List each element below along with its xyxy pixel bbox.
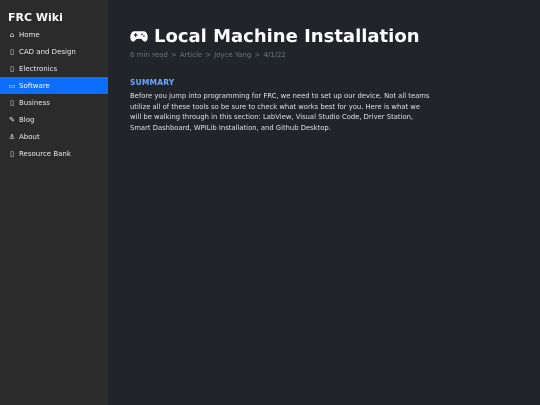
meta-author: Joyce Yang xyxy=(214,51,252,59)
sidebar: FRC Wiki ⌂ Home ▯ CAD and Design ▯ Elect… xyxy=(0,0,108,405)
cad-icon: ▯ xyxy=(10,47,14,56)
sidebar-item-label: About xyxy=(19,132,40,141)
electronics-icon: ▯ xyxy=(10,64,14,73)
sidebar-item-label: Resource Bank xyxy=(19,149,71,158)
meta-separator: > xyxy=(170,51,177,59)
sidebar-item-electronics[interactable]: ▯ Electronics xyxy=(0,60,108,77)
sidebar-item-label: Home xyxy=(19,30,40,39)
monitor-icon: ▭ xyxy=(8,81,16,90)
sidebar-item-business[interactable]: ▯ Business xyxy=(0,94,108,111)
resource-icon: ▯ xyxy=(10,149,14,158)
sidebar-item-about[interactable]: ⚓ About xyxy=(0,128,108,145)
article-meta: 6 min read > Article > Joyce Yang >4/1/22 xyxy=(130,51,286,59)
summary-heading: SUMMARY xyxy=(130,78,175,87)
home-icon: ⌂ xyxy=(9,30,15,39)
meta-section: Article xyxy=(179,51,203,59)
read-time: 6 min read xyxy=(130,51,168,59)
main-content: Local Machine Installation 6 min read > Ar… xyxy=(108,0,540,405)
sidebar-item-cad-and-design[interactable]: ▯ CAD and Design xyxy=(0,43,108,60)
sidebar-item-home[interactable]: ⌂ Home xyxy=(0,26,108,43)
sidebar-item-label: Electronics xyxy=(19,64,58,73)
sidebar-item-label: Software xyxy=(19,81,50,90)
sidebar-nav: ⌂ Home ▯ CAD and Design ▯ Electronics ▭ … xyxy=(0,26,108,162)
sidebar-item-label: CAD and Design xyxy=(19,47,76,56)
anchor-icon: ⚓ xyxy=(8,132,16,141)
meta-separator: > xyxy=(254,51,261,59)
page-title: Local Machine Installation xyxy=(130,26,420,47)
sidebar-item-label: Business xyxy=(19,98,50,107)
sidebar-item-label: Blog xyxy=(19,115,35,124)
business-icon: ▯ xyxy=(10,98,14,107)
page-title-text: Local Machine Installation xyxy=(154,26,420,47)
meta-date: 4/1/22 xyxy=(263,51,286,59)
meta-separator: > xyxy=(205,51,212,59)
gamepad-icon xyxy=(130,31,148,42)
sidebar-item-resource-bank[interactable]: ▯ Resource Bank xyxy=(0,145,108,162)
sidebar-item-software[interactable]: ▭ Software xyxy=(0,77,108,94)
summary-text: Before you jump into programming for FRC… xyxy=(130,92,430,132)
brand-title[interactable]: FRC Wiki xyxy=(8,11,63,24)
sidebar-item-blog[interactable]: ✎ Blog xyxy=(0,111,108,128)
tag-icon: ✎ xyxy=(9,115,15,124)
